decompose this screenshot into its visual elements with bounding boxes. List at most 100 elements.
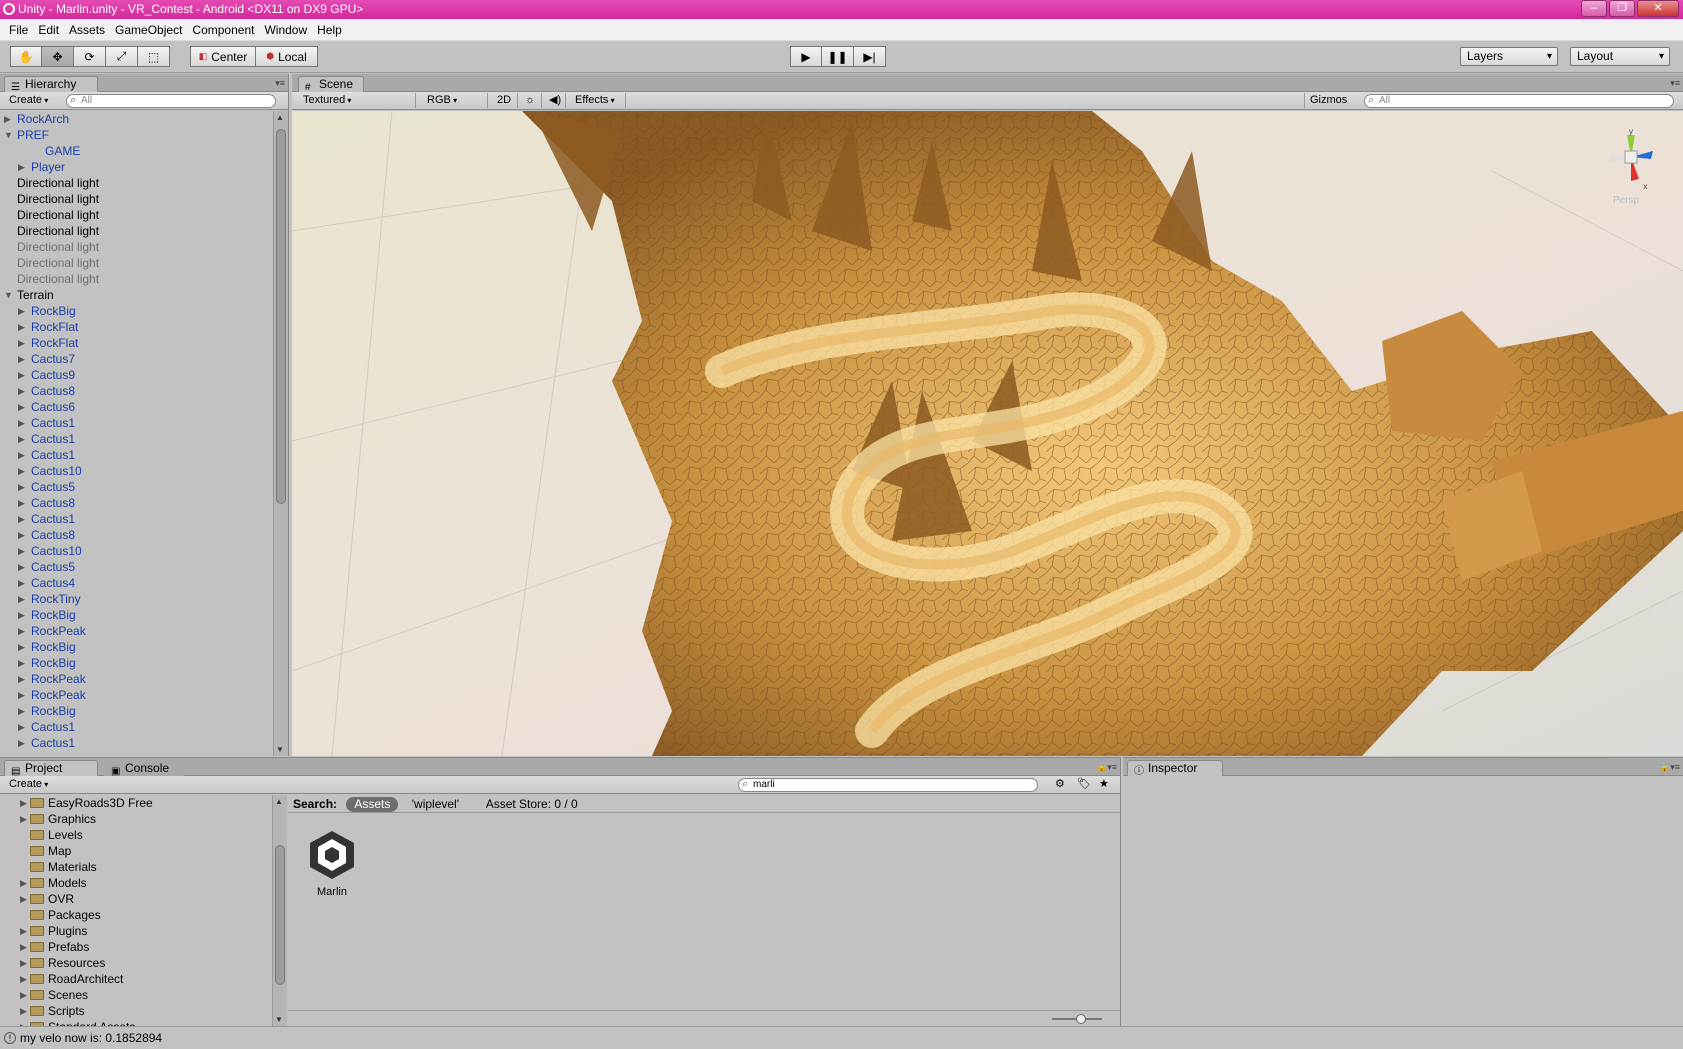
expand-arrow-right-icon[interactable]: ▶	[18, 671, 25, 687]
draw-mode-dropdown[interactable]: Textured	[298, 93, 416, 108]
folder-item[interactable]: ▶ EasyRoads3D Free	[4, 795, 268, 811]
folder-item[interactable]: ▶ Scenes	[4, 987, 268, 1003]
hierarchy-item[interactable]: ▼ PREF	[0, 127, 271, 143]
pause-button[interactable]: ❚❚	[822, 46, 854, 67]
menu-assets[interactable]: Assets	[64, 23, 110, 37]
menu-file[interactable]: File	[4, 23, 33, 37]
menu-gameobject[interactable]: GameObject	[110, 23, 187, 37]
hierarchy-item[interactable]: ▶ Player	[0, 159, 271, 175]
hierarchy-item[interactable]: ▶ Cactus4	[0, 575, 271, 591]
hierarchy-item[interactable]: Directional light	[0, 223, 271, 239]
lighting-toggle[interactable]: ☼	[520, 93, 542, 108]
hierarchy-item[interactable]: ▶ RockPeak	[0, 623, 271, 639]
maximize-button[interactable]: ❐	[1609, 0, 1635, 17]
expand-arrow-right-icon[interactable]: ▶	[18, 511, 25, 527]
pivot-local-button[interactable]: ⬢ Local	[256, 46, 318, 67]
hierarchy-item[interactable]: ▶ RockArch	[0, 111, 271, 127]
hierarchy-item[interactable]: Directional light	[0, 271, 271, 287]
scope-folder-button[interactable]: 'wiplevel'	[412, 797, 459, 811]
expand-arrow-right-icon[interactable]: ▶	[18, 607, 25, 623]
minimize-button[interactable]: –	[1581, 0, 1607, 17]
hierarchy-item[interactable]: ▶ Cactus5	[0, 559, 271, 575]
favorite-star-icon[interactable]: ★	[1094, 777, 1114, 792]
filter-label-icon[interactable]: 🏷	[1072, 777, 1096, 792]
scene-search-input[interactable]: All	[1364, 94, 1674, 108]
rotate-tool-button[interactable]: ⟳	[74, 46, 106, 67]
pivot-center-button[interactable]: ◧ Center	[190, 46, 256, 67]
expand-arrow-right-icon[interactable]: ▶	[18, 319, 25, 335]
expand-arrow-right-icon[interactable]: ▶	[20, 955, 27, 971]
expand-arrow-right-icon[interactable]: ▶	[18, 543, 25, 559]
render-mode-dropdown[interactable]: RGB	[422, 93, 488, 108]
menu-help[interactable]: Help	[312, 23, 347, 37]
expand-arrow-right-icon[interactable]: ▶	[20, 1003, 27, 1019]
hierarchy-item[interactable]: ▶ Cactus5	[0, 479, 271, 495]
scroll-up-icon[interactable]: ▲	[276, 113, 284, 122]
folder-scroll-down-icon[interactable]: ▼	[275, 1015, 283, 1024]
project-folder-scrollbar[interactable]: ▲ ▼	[272, 795, 287, 1026]
expand-arrow-right-icon[interactable]: ▶	[18, 303, 25, 319]
folder-item[interactable]: Materials	[4, 859, 268, 875]
hierarchy-item[interactable]: ▼ Terrain	[0, 287, 271, 303]
expand-arrow-right-icon[interactable]: ▶	[18, 735, 25, 751]
folder-item[interactable]: ▶ Models	[4, 875, 268, 891]
hierarchy-item[interactable]: ▶ Cactus8	[0, 383, 271, 399]
expand-arrow-right-icon[interactable]: ▶	[18, 399, 25, 415]
hierarchy-item[interactable]: ▶ Cactus7	[0, 351, 271, 367]
scene-viewport[interactable]: y x Persp	[292, 111, 1683, 756]
icon-size-slider-thumb[interactable]	[1076, 1014, 1086, 1024]
folder-scroll-up-icon[interactable]: ▲	[275, 797, 283, 806]
hierarchy-create-button[interactable]: Create	[4, 93, 53, 108]
expand-arrow-right-icon[interactable]: ▶	[18, 703, 25, 719]
hierarchy-item[interactable]: ▶ Cactus8	[0, 495, 271, 511]
folder-item[interactable]: Levels	[4, 827, 268, 843]
scene-panel-menu-icon[interactable]: ▾≡	[1670, 78, 1680, 89]
tab-console[interactable]: ▣ Console	[104, 760, 184, 777]
hierarchy-item[interactable]: ▶ RockPeak	[0, 687, 271, 703]
expand-arrow-right-icon[interactable]: ▶	[20, 891, 27, 907]
scale-tool-button[interactable]: ⤢	[106, 46, 138, 67]
expand-arrow-right-icon[interactable]: ▶	[18, 383, 25, 399]
folder-item[interactable]: ▶ Resources	[4, 955, 268, 971]
expand-arrow-right-icon[interactable]: ▶	[20, 987, 27, 1003]
expand-arrow-right-icon[interactable]: ▶	[18, 431, 25, 447]
scroll-down-icon[interactable]: ▼	[276, 745, 284, 754]
expand-arrow-right-icon[interactable]: ▶	[20, 875, 27, 891]
hierarchy-item[interactable]: Directional light	[0, 207, 271, 223]
project-lock-icon[interactable]: 🔒▾≡	[1096, 762, 1117, 773]
scope-assets-button[interactable]: Assets	[346, 797, 399, 812]
hierarchy-item[interactable]: Directional light	[0, 191, 271, 207]
hierarchy-item[interactable]: ▶ RockFlat	[0, 335, 271, 351]
hierarchy-item[interactable]: ▶ RockTiny	[0, 591, 271, 607]
folder-item[interactable]: ▶ RoadArchitect	[4, 971, 268, 987]
expand-arrow-right-icon[interactable]: ▶	[18, 527, 25, 543]
expand-arrow-right-icon[interactable]: ▶	[4, 111, 11, 127]
hierarchy-item[interactable]: ▶ RockBig	[0, 303, 271, 319]
hierarchy-item[interactable]: Directional light	[0, 175, 271, 191]
tab-inspector[interactable]: ⓘ Inspector	[1127, 760, 1223, 777]
expand-arrow-right-icon[interactable]: ▶	[20, 795, 27, 811]
tab-hierarchy[interactable]: ☰ Hierarchy	[4, 76, 98, 93]
status-bar[interactable]: ! my velo now is: 0.1852894	[0, 1026, 1683, 1049]
layout-dropdown[interactable]: Layout	[1570, 47, 1670, 66]
gizmo-persp-label[interactable]: Persp	[1613, 195, 1639, 206]
hierarchy-item[interactable]: ▶ Cactus1	[0, 415, 271, 431]
expand-arrow-right-icon[interactable]: ▶	[20, 1019, 27, 1026]
folder-scroll-thumb[interactable]	[275, 845, 285, 985]
hierarchy-item[interactable]: ▶ Cactus10	[0, 463, 271, 479]
expand-arrow-right-icon[interactable]: ▶	[18, 639, 25, 655]
hierarchy-item[interactable]: ▶ Cactus1	[0, 511, 271, 527]
expand-arrow-right-icon[interactable]: ▶	[18, 495, 25, 511]
hierarchy-item[interactable]: ▶ Cactus1	[0, 431, 271, 447]
hierarchy-item[interactable]: ▶ RockBig	[0, 703, 271, 719]
layers-dropdown[interactable]: Layers	[1460, 47, 1558, 66]
hierarchy-scroll-thumb[interactable]	[276, 129, 286, 504]
hierarchy-item[interactable]: ▶ Cactus1	[0, 447, 271, 463]
expand-arrow-right-icon[interactable]: ▶	[18, 719, 25, 735]
folder-item[interactable]: ▶ Prefabs	[4, 939, 268, 955]
play-button[interactable]: ▶	[790, 46, 822, 67]
hierarchy-item[interactable]: ▶ RockPeak	[0, 671, 271, 687]
hierarchy-item[interactable]: ▶ Cactus8	[0, 527, 271, 543]
folder-item[interactable]: ▶Standard Assets	[4, 1019, 268, 1026]
folder-item[interactable]: Map	[4, 843, 268, 859]
